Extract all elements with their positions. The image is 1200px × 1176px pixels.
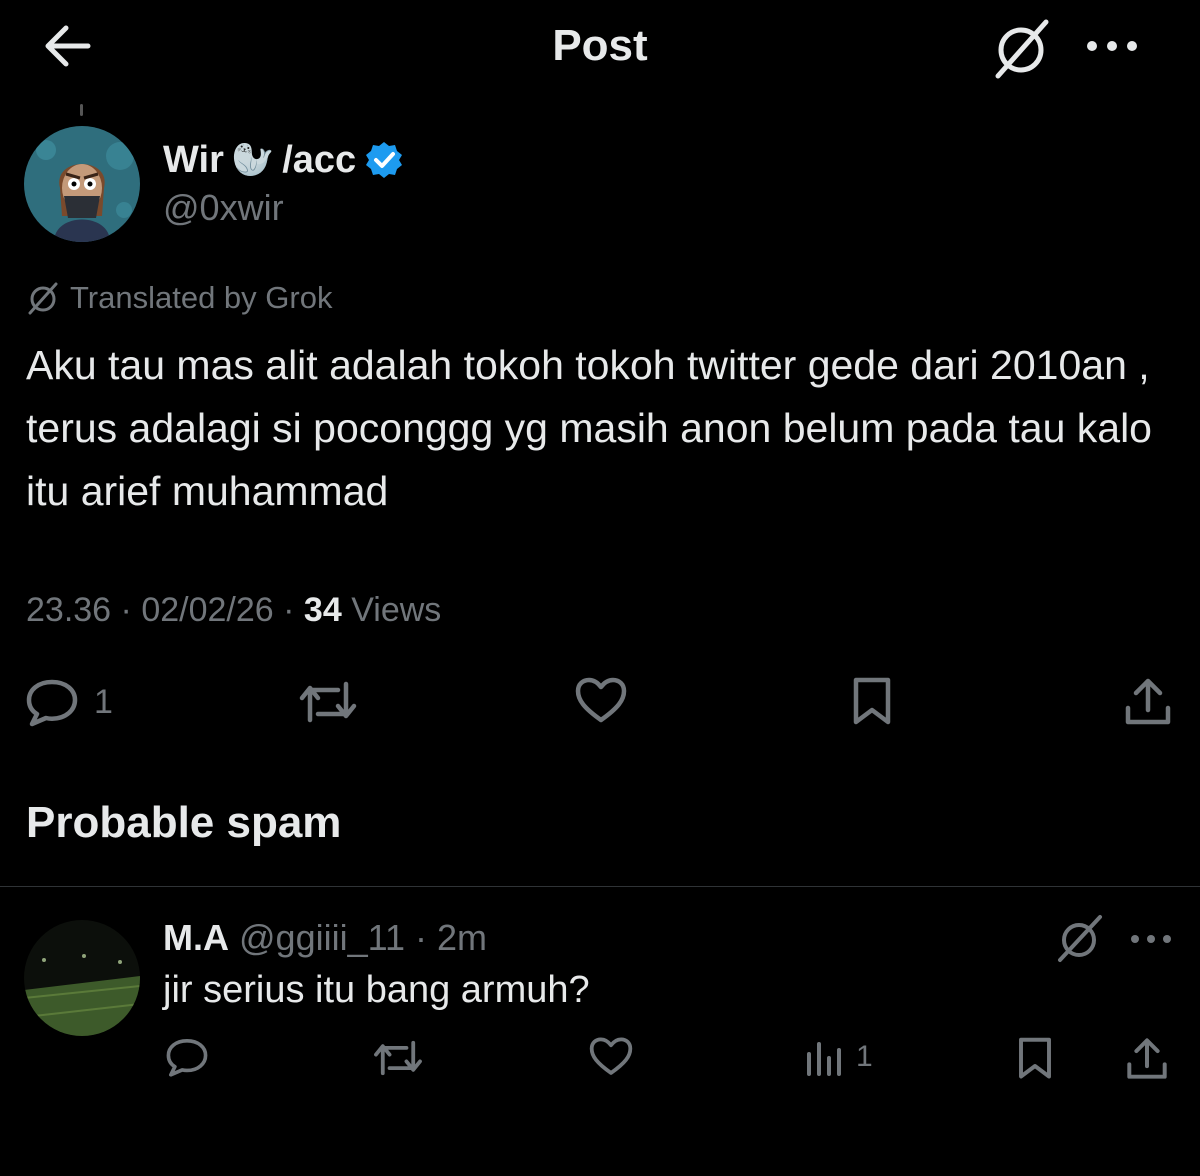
post-date: 02/02/26 — [141, 591, 274, 629]
reply-header: M.A @ggiiii_11 · 2m — [163, 916, 487, 960]
more-horizontal-icon — [1131, 935, 1171, 943]
divider — [0, 886, 1200, 887]
bookmark-icon — [1019, 1037, 1051, 1079]
retweet-icon — [374, 1040, 422, 1076]
reply-reply-button[interactable] — [164, 1036, 210, 1078]
post-text: Aku tau mas alit adalah tokoh tokoh twit… — [26, 342, 1152, 514]
grok-icon — [995, 19, 1049, 79]
share-icon — [1127, 1038, 1167, 1079]
reply-button[interactable]: 1 — [24, 676, 113, 728]
verified-badge-icon — [366, 142, 403, 178]
reply-icon — [166, 1039, 208, 1077]
reply-avatar[interactable] — [24, 920, 140, 1036]
reply-author-handle[interactable]: @ggiiii_11 — [239, 917, 405, 958]
author-name[interactable]: Wir 🦭 /acc — [163, 138, 404, 182]
reply-grok-button[interactable] — [1054, 912, 1106, 964]
thread-line — [80, 104, 83, 116]
reply-views-count: 1 — [856, 1040, 873, 1073]
reply-time: 2m — [437, 917, 488, 958]
author-name-suffix: /acc — [282, 139, 357, 181]
grok-button[interactable] — [990, 16, 1054, 80]
views-chart-icon — [807, 1042, 841, 1076]
share-icon — [1125, 678, 1171, 725]
reply-bookmark-button[interactable] — [1014, 1036, 1056, 1082]
reply-count: 1 — [94, 682, 113, 721]
retweet-icon — [299, 681, 357, 723]
bookmark-button[interactable] — [848, 676, 896, 728]
bookmark-icon — [853, 677, 891, 725]
post-meta: 23.36 · 02/02/26 · 34 Views — [26, 588, 441, 632]
meta-separator: · — [283, 591, 295, 629]
reply-share-button[interactable] — [1124, 1036, 1170, 1082]
translated-text: Translated by Grok — [70, 280, 333, 315]
reply-more-button[interactable] — [1126, 924, 1176, 954]
views-label[interactable]: Views — [351, 591, 441, 629]
reply-avatar-image — [24, 920, 140, 1036]
reply-icon — [26, 679, 78, 727]
section-heading: Probable spam — [26, 798, 342, 847]
grok-icon — [1058, 915, 1102, 962]
heart-icon — [575, 677, 627, 723]
like-button[interactable] — [574, 676, 628, 726]
retweet-button[interactable] — [298, 676, 358, 728]
meta-separator: · — [120, 591, 132, 629]
avatar[interactable] — [24, 126, 140, 242]
heart-icon — [589, 1037, 633, 1075]
reply-like-button[interactable] — [588, 1036, 634, 1078]
grok-icon — [28, 282, 58, 315]
author-name-text: Wir — [163, 139, 224, 181]
more-horizontal-icon — [1087, 41, 1137, 51]
views-count: 34 — [303, 591, 342, 629]
reply-text: jir serius itu bang armuh? — [163, 969, 590, 1011]
author-avatar-image — [24, 126, 140, 242]
translated-label[interactable]: Translated by Grok — [26, 278, 332, 318]
reply-views-button[interactable]: 1 — [804, 1036, 873, 1078]
reply-author-name[interactable]: M.A — [163, 917, 229, 958]
post-time: 23.36 — [26, 591, 112, 629]
more-options-button[interactable] — [1082, 28, 1142, 64]
author-handle[interactable]: @0xwir — [163, 186, 284, 230]
seal-emoji: 🦭 — [231, 141, 275, 179]
share-button[interactable] — [1122, 676, 1174, 728]
reply-retweet-button[interactable] — [372, 1036, 424, 1080]
reply-separator: · — [415, 917, 428, 958]
